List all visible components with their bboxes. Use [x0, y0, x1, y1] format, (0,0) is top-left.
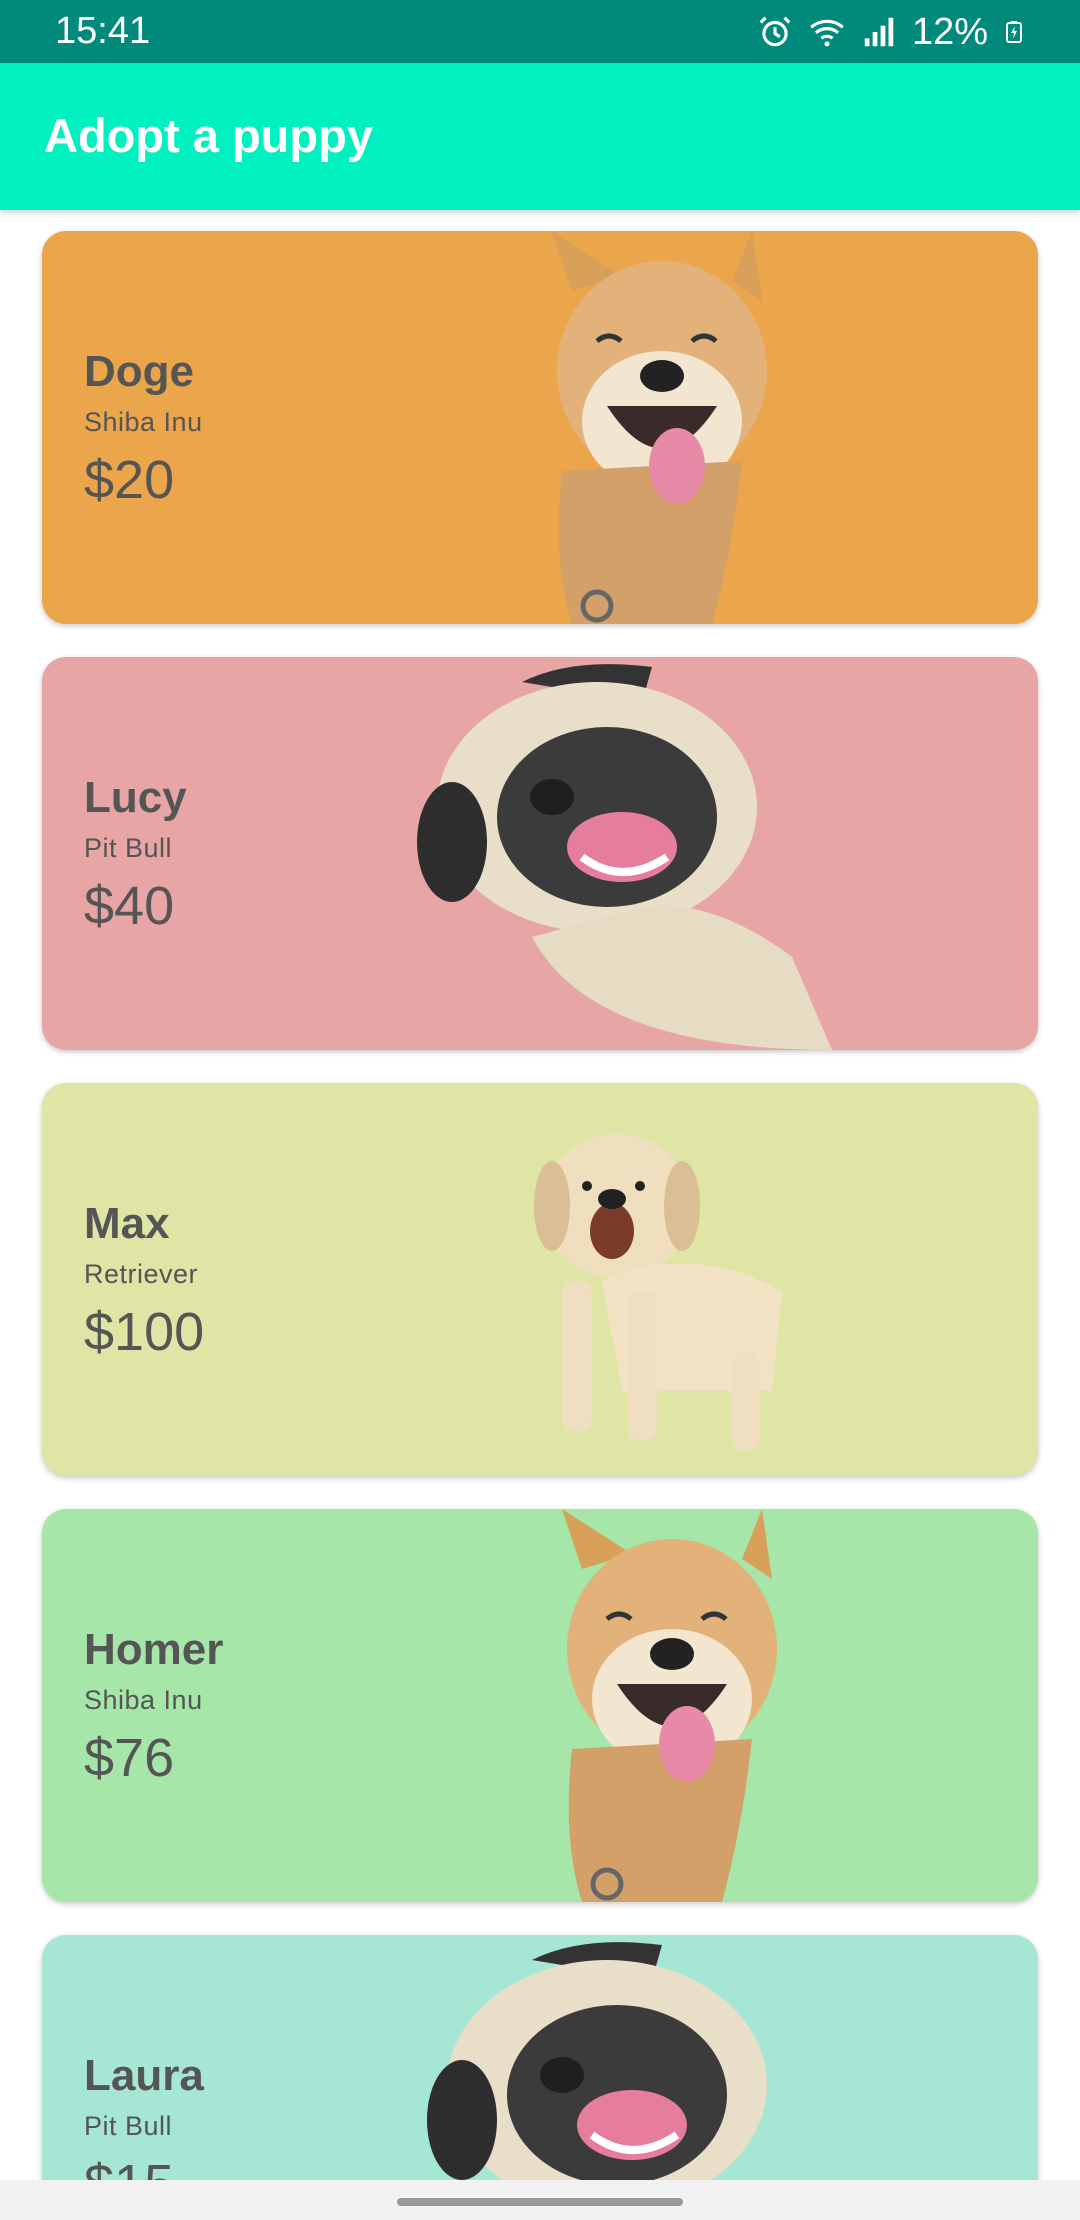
- puppy-name: Lucy: [84, 773, 187, 822]
- shiba-inu-dog-image: [552, 231, 767, 624]
- navigation-bar: [0, 2180, 1080, 2220]
- status-time: 15:41: [55, 10, 151, 52]
- puppy-breed: Pit Bull: [84, 833, 173, 863]
- puppy-card[interactable]: Max Retriever $100: [42, 1083, 1038, 1476]
- page-title: Adopt a puppy: [44, 109, 373, 162]
- home-gesture-handle[interactable]: [397, 2198, 683, 2206]
- wifi-icon: [810, 19, 844, 47]
- shiba-inu-dog-image: [562, 1509, 777, 1902]
- battery-percent: 12%: [911, 10, 988, 53]
- alarm-icon: [759, 16, 791, 47]
- puppy-price: $20: [84, 450, 175, 510]
- puppy-breed: Shiba Inu: [84, 407, 203, 437]
- puppy-list[interactable]: Doge Shiba Inu $20 Lucy Pit Bull $40 Max…: [0, 210, 1080, 2180]
- puppy-name: Doge: [84, 347, 194, 396]
- pug-dog-image: [417, 664, 832, 1050]
- retriever-puppy-image: [534, 1134, 782, 1451]
- puppy-card[interactable]: Lucy Pit Bull $40: [42, 657, 1038, 1050]
- status-icons: 12%: [756, 10, 1026, 54]
- puppy-name: Homer: [84, 1625, 224, 1674]
- battery-charging-icon: [1006, 21, 1022, 43]
- status-bar: 15:41 12%: [0, 0, 1080, 63]
- puppy-breed: Shiba Inu: [84, 1685, 203, 1715]
- puppy-price: $40: [84, 876, 175, 936]
- puppy-price: $15: [84, 2153, 174, 2180]
- puppy-card[interactable]: Doge Shiba Inu $20: [42, 231, 1038, 624]
- puppy-breed: Pit Bull: [84, 2111, 173, 2141]
- puppy-name: Max: [84, 1199, 170, 1248]
- puppy-price: $76: [84, 1728, 175, 1788]
- pug-dog-image: [427, 1942, 767, 2180]
- puppy-card[interactable]: Laura Pit Bull $15: [42, 1935, 1038, 2180]
- puppy-name: Laura: [84, 2051, 204, 2100]
- puppy-breed: Retriever: [84, 1259, 199, 1289]
- app-bar: Adopt a puppy: [0, 63, 1080, 210]
- puppy-price: $100: [84, 1302, 205, 1362]
- puppy-card[interactable]: Homer Shiba Inu $76: [42, 1509, 1038, 1902]
- signal-icon: [864, 17, 894, 47]
